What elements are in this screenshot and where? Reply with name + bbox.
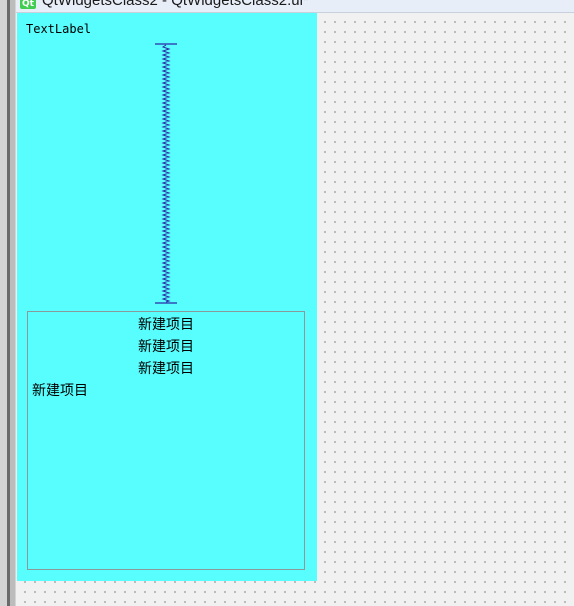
window-titlebar[interactable]: Qt QtWidgetsClass2 - QtWidgetsClass2.ui* [16, 0, 574, 13]
vertical-spacer-icon[interactable] [155, 43, 177, 305]
left-window-frame [0, 0, 16, 606]
window-title: QtWidgetsClass2 - QtWidgetsClass2.ui* [42, 0, 309, 9]
list-widget[interactable]: 新建项目 新建项目 新建项目 新建项目 [27, 311, 305, 570]
list-item[interactable]: 新建项目 [28, 358, 304, 380]
qt-logo-icon: Qt [20, 0, 36, 9]
list-item[interactable]: 新建项目 [32, 380, 88, 402]
list-item[interactable]: 新建项目 [28, 336, 304, 358]
text-label-widget[interactable]: TextLabel [26, 22, 91, 36]
frame-border-light [10, 0, 15, 606]
list-item[interactable]: 新建项目 [28, 314, 304, 336]
